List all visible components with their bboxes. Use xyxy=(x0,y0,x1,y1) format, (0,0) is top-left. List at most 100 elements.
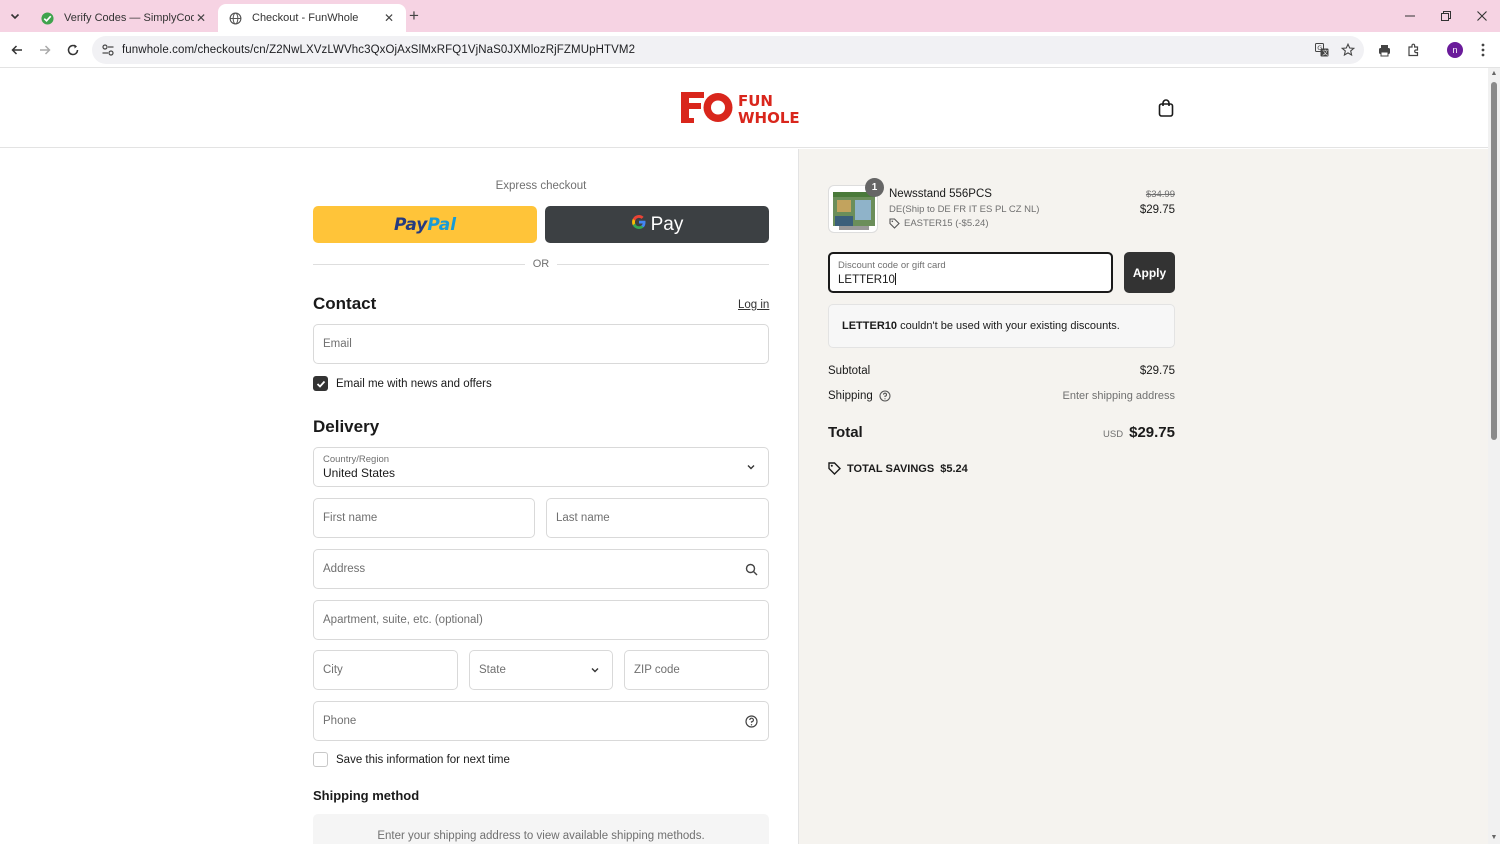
apply-button[interactable]: Apply xyxy=(1124,252,1175,293)
tab-title: Verify Codes — SimplyCodes xyxy=(64,12,194,24)
shipping-method-heading: Shipping method xyxy=(313,788,420,803)
paypal-text-1: Pay xyxy=(393,214,428,235)
login-link[interactable]: Log in xyxy=(738,299,769,311)
apartment-placeholder: Apartment, suite, etc. (optional) xyxy=(323,614,483,626)
quantity-badge: 1 xyxy=(865,178,884,197)
help-circle-icon[interactable] xyxy=(879,390,891,402)
tab-strip: Verify Codes — SimplyCodes ✕ Checkout - … xyxy=(0,0,1500,32)
country-value: United States xyxy=(323,466,396,480)
back-button[interactable] xyxy=(5,38,29,62)
shipping-row: Shipping Enter shipping address xyxy=(828,390,1175,402)
country-label: Country/Region xyxy=(323,454,390,465)
or-divider-text: OR xyxy=(525,258,557,270)
scroll-down-arrow-icon[interactable]: ▼ xyxy=(1490,834,1498,842)
minimize-icon[interactable] xyxy=(1392,0,1428,32)
tab-funwhole[interactable]: Checkout - FunWhole ✕ xyxy=(218,4,406,32)
contact-heading: Contact xyxy=(313,294,377,313)
newsletter-checkbox-row[interactable]: Email me with news and offers xyxy=(313,376,492,391)
close-tab-icon[interactable]: ✕ xyxy=(194,11,208,25)
save-info-checkbox-row[interactable]: Save this information for next time xyxy=(313,752,510,767)
logo-text-fun: FUN xyxy=(738,92,773,110)
reload-button[interactable] xyxy=(61,38,85,62)
first-name-placeholder: First name xyxy=(323,512,378,524)
email-field[interactable]: Email xyxy=(313,324,769,364)
newsletter-checkbox[interactable] xyxy=(313,376,328,391)
total-savings: TOTAL SAVINGS $5.24 xyxy=(828,462,968,475)
globe-icon xyxy=(228,11,242,25)
extension-puzzle-printer-icon[interactable] xyxy=(1372,38,1396,62)
apartment-field[interactable]: Apartment, suite, etc. (optional) xyxy=(313,600,769,640)
savings-label: TOTAL SAVINGS xyxy=(847,462,935,475)
paypal-text-2: Pal xyxy=(427,214,457,235)
tag-icon xyxy=(889,218,900,229)
new-tab-button[interactable]: + xyxy=(404,6,424,26)
delivery-heading: Delivery xyxy=(313,417,380,436)
discount-code-input[interactable]: Discount code or gift card LETTER10 xyxy=(828,252,1113,293)
shipping-value: Enter shipping address xyxy=(1062,390,1175,402)
country-select[interactable]: Country/Region United States xyxy=(313,447,769,487)
product-discount: EASTER15 (-$5.24) xyxy=(889,218,988,229)
text-caret xyxy=(894,273,896,285)
total-value: $29.75 xyxy=(1129,424,1175,441)
last-name-placeholder: Last name xyxy=(556,512,610,524)
product-variant: DE(Ship to DE FR IT ES PL CZ NL) xyxy=(889,204,1040,215)
chevron-down-icon xyxy=(744,460,758,474)
avatar-letter: n xyxy=(1447,42,1463,58)
profile-avatar[interactable]: n xyxy=(1443,38,1467,62)
page-scrollbar[interactable]: ▲ ▼ xyxy=(1488,68,1500,844)
product-price: $29.75 xyxy=(1139,204,1175,216)
close-window-icon[interactable] xyxy=(1464,0,1500,32)
restore-icon[interactable] xyxy=(1428,0,1464,32)
forward-button[interactable] xyxy=(33,38,57,62)
save-info-checkbox[interactable] xyxy=(313,752,328,767)
browser-menu-icon[interactable] xyxy=(1471,38,1495,62)
url-text: funwhole.com/checkouts/cn/Z2NwLXVzLWVhc3… xyxy=(122,44,636,56)
shopping-bag-icon[interactable] xyxy=(1156,98,1176,118)
tag-icon xyxy=(828,462,841,475)
phone-field[interactable]: Phone xyxy=(313,701,769,741)
address-field[interactable]: Address xyxy=(313,549,769,589)
last-name-field[interactable]: Last name xyxy=(546,498,769,538)
subtotal-label: Subtotal xyxy=(828,365,871,377)
product-discount-text: EASTER15 (-$5.24) xyxy=(904,218,989,229)
discount-label: Discount code or gift card xyxy=(838,260,946,271)
discount-error-notice: LETTER10 couldn't be used with your exis… xyxy=(828,304,1175,348)
funwhole-logo[interactable]: FUN WHOLE xyxy=(680,90,810,127)
google-pay-button[interactable]: Pay xyxy=(545,206,769,243)
address-bar[interactable]: funwhole.com/checkouts/cn/Z2NwLXVzLWVhc3… xyxy=(92,36,1364,64)
subtotal-value: $29.75 xyxy=(1139,365,1175,377)
discount-value: LETTER10 xyxy=(838,274,895,286)
tab-simplycodes[interactable]: Verify Codes — SimplyCodes ✕ xyxy=(30,4,218,32)
site-info-icon[interactable] xyxy=(94,36,122,64)
translate-icon[interactable]: G文 xyxy=(1312,40,1332,60)
search-icon[interactable] xyxy=(744,562,758,576)
zip-field[interactable]: ZIP code xyxy=(624,650,769,690)
state-select[interactable]: State xyxy=(469,650,613,690)
total-label: Total xyxy=(828,424,863,441)
scroll-thumb[interactable] xyxy=(1491,82,1497,440)
total-row: Total USD $29.75 xyxy=(828,424,1175,441)
paypal-button[interactable]: Pay Pal xyxy=(313,206,537,243)
browser-toolbar: funwhole.com/checkouts/cn/Z2NwLXVzLWVhc3… xyxy=(0,32,1500,68)
close-tab-icon[interactable]: ✕ xyxy=(382,11,396,25)
logo-text-whole: WHOLE xyxy=(738,109,800,126)
tab-title: Checkout - FunWhole xyxy=(252,12,359,24)
tab-search-button[interactable] xyxy=(6,7,24,25)
product-name: Newsstand 556PCS xyxy=(889,188,992,200)
bookmark-star-icon[interactable] xyxy=(1338,40,1358,60)
gpay-label: Pay xyxy=(650,213,684,235)
svg-text:文: 文 xyxy=(1322,49,1328,57)
chevron-down-icon xyxy=(588,663,602,677)
store-header: FUN WHOLE xyxy=(0,68,1488,148)
product-original-price: $34.99 xyxy=(1145,189,1175,200)
first-name-field[interactable]: First name xyxy=(313,498,535,538)
arrow-left-icon xyxy=(11,45,22,55)
extensions-icon[interactable] xyxy=(1401,38,1425,62)
reload-icon xyxy=(67,44,79,56)
arrow-right-icon xyxy=(40,45,51,55)
help-circle-icon[interactable] xyxy=(744,714,758,728)
city-field[interactable]: City xyxy=(313,650,458,690)
notice-code: LETTER10 xyxy=(842,320,898,332)
scroll-up-arrow-icon[interactable]: ▲ xyxy=(1490,70,1498,78)
google-g-icon xyxy=(631,214,647,235)
